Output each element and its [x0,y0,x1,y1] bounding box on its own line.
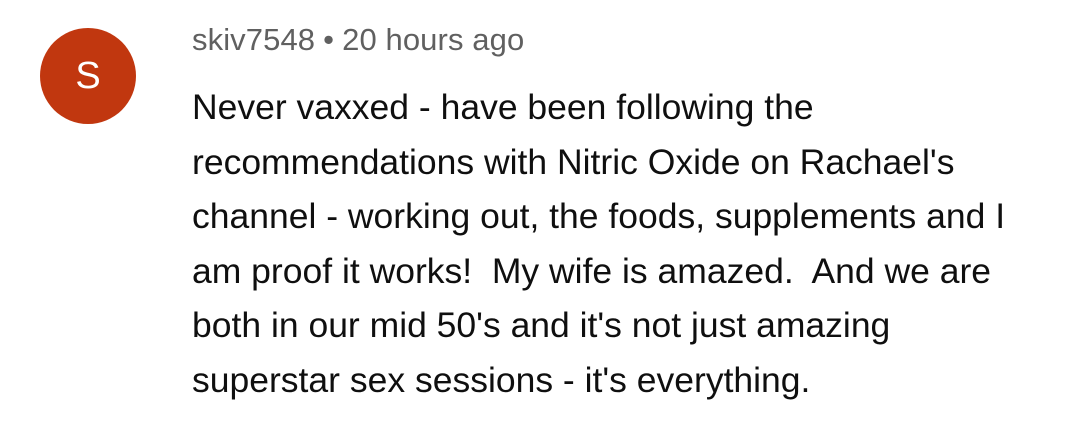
comment-line: both in our mid 50's and it's not just a… [192,305,891,345]
timestamp[interactable]: 20 hours ago [342,22,524,57]
comment-line: am proof it works! My wife is amazed. An… [192,250,992,291]
author-name[interactable]: skiv7548 [192,22,315,57]
comment-line: recommendations with Nitric Oxide on Rac… [192,141,955,182]
comment-line: channel - working out, the foods, supple… [192,196,1006,236]
comment-line: Never vaxxed - have been following the [192,87,814,127]
comment-line: superstar sex sessions - it's everything… [192,359,811,400]
separator-dot: • [323,22,335,57]
comment: S skiv7548 • 20 hours ago Never vaxxed - h… [0,0,1080,423]
comment-header: skiv7548 • 20 hours ago [192,22,524,58]
comment-text: Never vaxxed - have been following the r… [192,80,1052,407]
avatar[interactable]: S [40,28,136,124]
